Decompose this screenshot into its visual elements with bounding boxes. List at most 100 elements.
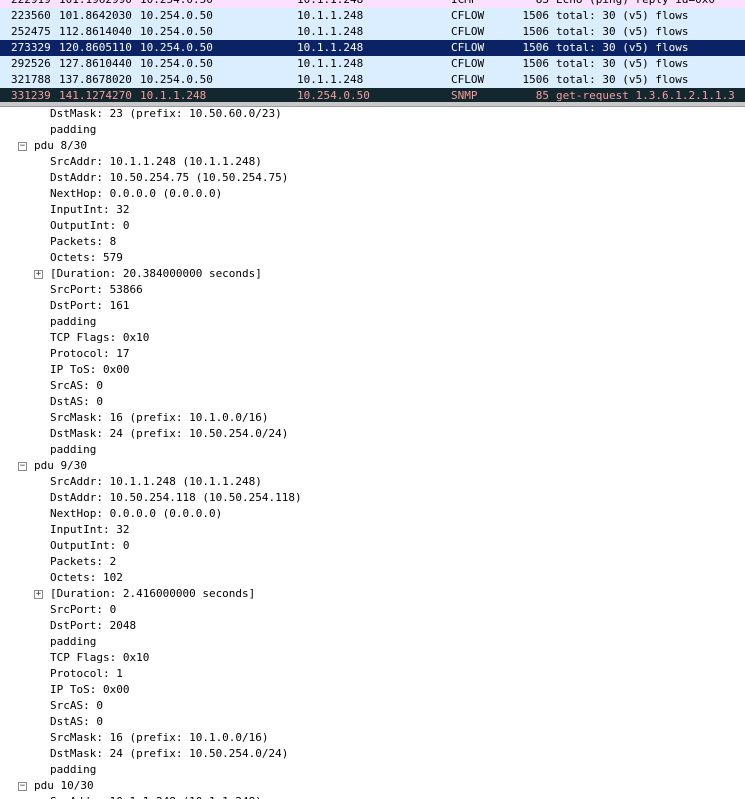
tree-field[interactable]: SrcAddr: 10.1.1.248 (10.1.1.248) bbox=[50, 474, 262, 490]
packet-list: 222919101.196299010.254.0.5010.1.1.248IC… bbox=[0, 0, 745, 102]
packet-source: 10.1.1.248 bbox=[140, 89, 207, 102]
packet-info: get-request 1.3.6.1.2.1.1.3 bbox=[556, 89, 735, 102]
packet-time: 127.8610440 bbox=[59, 57, 132, 70]
tree-field[interactable]: DstAS: 0 bbox=[50, 394, 103, 410]
tree-field[interactable]: SrcPort: 53866 bbox=[50, 282, 143, 298]
expand-icon[interactable]: + bbox=[34, 270, 43, 279]
collapse-icon[interactable]: − bbox=[18, 462, 27, 471]
packet-source: 10.254.0.50 bbox=[140, 25, 213, 38]
tree-field[interactable]: SrcAddr: 10.1.1.248 (10.1.1.248) bbox=[50, 794, 262, 799]
tree-field[interactable]: padding bbox=[50, 762, 96, 778]
packet-info: Echo (ping) reply id=0x0 bbox=[556, 0, 715, 8]
packet-number: 292526 bbox=[11, 57, 51, 70]
packet-number: 321788 bbox=[11, 73, 51, 86]
packet-list-row[interactable]: 222919 101.196299010.254.0.50 10.1.1.248 IC… bbox=[0, 0, 745, 8]
packet-source: 10.254.0.50 bbox=[140, 57, 213, 70]
tree-field[interactable]: Protocol: 17 bbox=[50, 346, 129, 362]
tree-field[interactable]: DstMask: 23 (prefix: 10.50.60.0/23) bbox=[50, 106, 282, 122]
packet-time: 101.8642030 bbox=[59, 9, 132, 22]
tree-field[interactable]: [Duration: 2.416000000 seconds] bbox=[50, 586, 255, 602]
packet-length: 83 bbox=[519, 0, 549, 8]
packet-source: 10.254.0.50 bbox=[140, 0, 213, 8]
tree-field[interactable]: InputInt: 32 bbox=[50, 202, 129, 218]
packet-destination: 10.1.1.248 bbox=[297, 41, 364, 54]
collapse-icon[interactable]: − bbox=[18, 782, 27, 791]
packet-length: 1506 bbox=[522, 25, 550, 38]
tree-node-pdu[interactable]: pdu 8/30 bbox=[34, 138, 87, 154]
packet-info: total: 30 (v5) flows bbox=[556, 9, 689, 22]
packet-length: 1506 bbox=[522, 73, 550, 86]
expand-icon[interactable]: + bbox=[34, 590, 43, 599]
packet-list-row[interactable]: 273329 120.8605110 10.254.0.50 10.1.1.248 CF… bbox=[0, 40, 745, 56]
packet-list-row[interactable]: 331239 141.1274270 10.1.1.248 10.254.0.50 SN… bbox=[0, 88, 745, 102]
tree-field[interactable]: SrcAS: 0 bbox=[50, 378, 103, 394]
packet-destination: 10.1.1.248 bbox=[297, 57, 364, 70]
tree-field[interactable]: IP ToS: 0x00 bbox=[50, 682, 129, 698]
packet-number: 331239 bbox=[11, 89, 51, 102]
tree-node-pdu[interactable]: pdu 9/30 bbox=[34, 458, 87, 474]
tree-field[interactable]: SrcPort: 0 bbox=[50, 602, 116, 618]
packet-length: 1506 bbox=[522, 57, 550, 70]
packet-destination: 10.1.1.248 bbox=[297, 25, 364, 38]
packet-list-row[interactable]: 223560 101.8642030 10.254.0.50 10.1.1.248 CF… bbox=[0, 8, 745, 24]
packet-protocol: CFLOW bbox=[451, 9, 485, 22]
tree-field[interactable]: DstAddr: 10.50.254.75 (10.50.254.75) bbox=[50, 170, 288, 186]
collapse-icon[interactable]: − bbox=[18, 142, 27, 151]
tree-field[interactable]: SrcAddr: 10.1.1.248 (10.1.1.248) bbox=[50, 154, 262, 170]
packet-info: total: 30 (v5) flows bbox=[556, 25, 689, 38]
tree-field[interactable]: Packets: 8 bbox=[50, 234, 116, 250]
tree-field[interactable]: TCP Flags: 0x10 bbox=[50, 650, 149, 666]
packet-source: 10.254.0.50 bbox=[140, 73, 213, 86]
packet-number: 222919 bbox=[11, 0, 51, 8]
tree-field[interactable]: SrcAS: 0 bbox=[50, 698, 103, 714]
tree-field[interactable]: padding bbox=[50, 314, 96, 330]
packet-destination: 10.254.0.50 bbox=[297, 89, 370, 102]
tree-field[interactable]: SrcMask: 16 (prefix: 10.1.0.0/16) bbox=[50, 410, 269, 426]
tree-field[interactable]: DstAddr: 10.50.254.118 (10.50.254.118) bbox=[50, 490, 302, 506]
tree-field[interactable]: NextHop: 0.0.0.0 (0.0.0.0) bbox=[50, 506, 222, 522]
packet-protocol: CFLOW bbox=[451, 57, 485, 70]
tree-field[interactable]: DstAS: 0 bbox=[50, 714, 103, 730]
tree-field[interactable]: IP ToS: 0x00 bbox=[50, 362, 129, 378]
tree-field[interactable]: Octets: 579 bbox=[50, 250, 123, 266]
packet-number: 252475 bbox=[11, 25, 51, 38]
tree-field[interactable]: Packets: 2 bbox=[50, 554, 116, 570]
packet-info: total: 30 (v5) flows bbox=[556, 57, 689, 70]
packet-list-row[interactable]: 252475 112.8614040 10.254.0.50 10.1.1.248 CF… bbox=[0, 24, 745, 40]
tree-field[interactable]: DstMask: 24 (prefix: 10.50.254.0/24) bbox=[50, 746, 288, 762]
packet-destination: 10.1.1.248 bbox=[297, 9, 364, 22]
tree-field[interactable]: Octets: 102 bbox=[50, 570, 123, 586]
tree-field[interactable]: TCP Flags: 0x10 bbox=[50, 330, 149, 346]
tree-field[interactable]: OutputInt: 0 bbox=[50, 218, 129, 234]
packet-time: 141.1274270 bbox=[59, 89, 132, 102]
tree-field[interactable]: Protocol: 1 bbox=[50, 666, 123, 682]
tree-field[interactable]: [Duration: 20.384000000 seconds] bbox=[50, 266, 262, 282]
packet-destination: 10.1.1.248 bbox=[297, 73, 364, 86]
packet-protocol: CFLOW bbox=[451, 73, 485, 86]
tree-field[interactable]: NextHop: 0.0.0.0 (0.0.0.0) bbox=[50, 186, 222, 202]
tree-field[interactable]: OutputInt: 0 bbox=[50, 538, 129, 554]
packet-time: 120.8605110 bbox=[59, 41, 132, 54]
packet-list-row[interactable]: 321788 137.8678020 10.254.0.50 10.1.1.248 CF… bbox=[0, 72, 745, 88]
tree-field[interactable]: InputInt: 32 bbox=[50, 522, 129, 538]
tree-field[interactable]: SrcMask: 16 (prefix: 10.1.0.0/16) bbox=[50, 730, 269, 746]
packet-protocol: ICMP bbox=[451, 0, 478, 8]
tree-field[interactable]: DstPort: 161 bbox=[50, 298, 129, 314]
packet-length: 85 bbox=[535, 89, 549, 102]
packet-source: 10.254.0.50 bbox=[140, 9, 213, 22]
packet-destination: 10.1.1.248 bbox=[297, 0, 363, 8]
tree-field[interactable]: padding bbox=[50, 122, 96, 138]
packet-protocol: CFLOW bbox=[451, 25, 485, 38]
packet-details-tree: DstMask: 23 (prefix: 10.50.60.0/23) paddi… bbox=[0, 106, 745, 799]
tree-field[interactable]: padding bbox=[50, 442, 96, 458]
packet-protocol: SNMP bbox=[451, 89, 478, 102]
tree-field[interactable]: padding bbox=[50, 634, 96, 650]
packet-time: 101.1962990 bbox=[59, 0, 140, 8]
packet-list-row[interactable]: 292526 127.8610440 10.254.0.50 10.1.1.248 CF… bbox=[0, 56, 745, 72]
packet-info: total: 30 (v5) flows bbox=[556, 41, 689, 54]
tree-field[interactable]: DstMask: 24 (prefix: 10.50.254.0/24) bbox=[50, 426, 288, 442]
tree-node-pdu[interactable]: pdu 10/30 bbox=[34, 778, 94, 794]
tree-field[interactable]: DstPort: 2048 bbox=[50, 618, 136, 634]
packet-time: 137.8678020 bbox=[59, 73, 132, 86]
packet-protocol: CFLOW bbox=[451, 41, 485, 54]
